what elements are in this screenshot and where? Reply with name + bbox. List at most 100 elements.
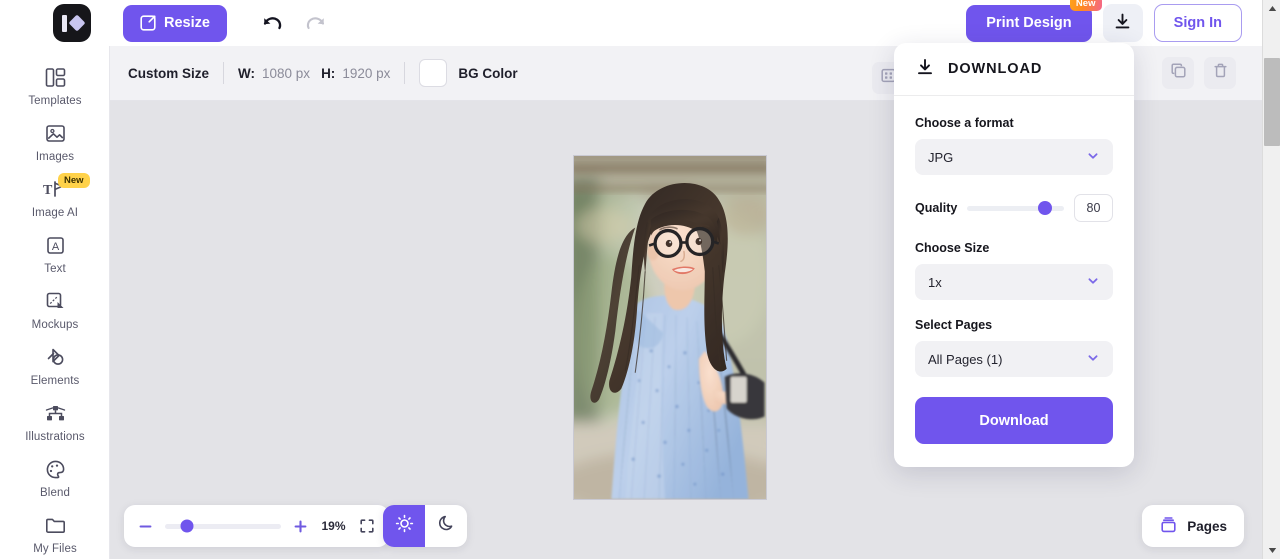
sidebar-item-label: Text [44, 262, 66, 275]
duplicate-button[interactable] [1162, 57, 1194, 89]
svg-text:T: T [43, 183, 53, 198]
sidebar-new-badge: New [58, 173, 90, 189]
print-design-new-badge: New [1069, 0, 1102, 12]
quality-slider[interactable] [967, 201, 1064, 215]
zoom-in-button[interactable] [293, 519, 308, 534]
sidebar-item-label: Illustrations [25, 430, 85, 443]
blend-icon [44, 458, 67, 482]
quality-label: Quality [915, 201, 958, 215]
redo-icon[interactable] [305, 12, 327, 34]
resize-icon [140, 15, 156, 31]
top-bar-actions: Print Design New Sign In [966, 0, 1242, 46]
pages-button[interactable]: Pages [1142, 505, 1244, 547]
svg-text:A: A [51, 241, 59, 253]
zoom-slider[interactable] [165, 519, 281, 533]
pages-value: All Pages (1) [928, 351, 1003, 367]
toolbar-right-actions [1162, 57, 1236, 89]
zoom-control-bar: 19% [124, 505, 389, 547]
sidebar-item-illustrations[interactable]: Illustrations [0, 394, 110, 450]
photo-graphic [574, 156, 766, 499]
fit-to-screen-button[interactable] [359, 518, 375, 534]
logo-diamond [68, 14, 85, 32]
light-mode-button[interactable] [383, 505, 425, 547]
chevron-down-icon [1086, 149, 1100, 166]
duplicate-icon [1170, 62, 1187, 84]
top-bar: Resize Print Design New Sign In [0, 0, 1262, 46]
zoom-level-value: 19% [321, 519, 346, 533]
artboard[interactable] [573, 155, 767, 500]
download-icon [916, 58, 934, 81]
chevron-down-icon [1086, 351, 1100, 368]
quality-control: Quality 80 [915, 194, 1113, 222]
sidebar-item-mockups[interactable]: Mockups [0, 282, 110, 338]
resize-label: Resize [164, 15, 210, 31]
format-value: JPG [928, 149, 954, 165]
zoom-slider-thumb[interactable] [180, 519, 194, 533]
photo-editor-app: Resize Print Design New Sign In Template… [0, 0, 1280, 559]
print-design-label: Print Design [986, 15, 1072, 31]
quality-slider-thumb[interactable] [1037, 201, 1052, 215]
undo-redo-group [261, 12, 327, 34]
undo-icon[interactable] [261, 12, 283, 34]
sidebar-item-label: Blend [40, 486, 70, 499]
width-label: W: [238, 65, 256, 81]
trash-icon [1212, 62, 1229, 84]
chevron-down-icon [1086, 274, 1100, 291]
sidebar-item-label: Image AI [31, 206, 79, 219]
width-field[interactable]: W: 1080 px [238, 66, 310, 81]
download-submit-button[interactable]: Download [915, 397, 1113, 444]
images-icon [44, 122, 67, 146]
sidebar-item-image-ai[interactable]: New T Image AI [0, 170, 110, 226]
width-value: 1080 px [262, 65, 311, 81]
scrollbar-thumb[interactable] [1264, 58, 1280, 146]
scroll-down-arrow[interactable] [1263, 542, 1280, 559]
sidebar-item-my-files[interactable]: My Files [0, 506, 110, 559]
resize-button[interactable]: Resize [123, 4, 227, 42]
pages-stack-icon [1159, 515, 1178, 537]
left-sidebar: Templates Images New T Image AI A Text M… [0, 46, 110, 559]
download-icon [1114, 13, 1131, 33]
select-pages-label: Select Pages [915, 318, 993, 332]
templates-icon [44, 66, 67, 90]
bg-color-swatch[interactable] [419, 59, 448, 87]
sidebar-item-label: Images [35, 150, 75, 163]
download-panel: DOWNLOAD Choose a format JPG Quality 80 … [894, 43, 1134, 467]
sign-in-button[interactable]: Sign In [1153, 4, 1242, 42]
page-scrollbar[interactable] [1262, 0, 1280, 559]
download-panel-header: DOWNLOAD [894, 43, 1134, 96]
sidebar-item-label: Templates [28, 94, 82, 107]
toolbar-divider [223, 62, 225, 84]
logo-bar [61, 14, 67, 32]
pages-select[interactable]: All Pages (1) [915, 341, 1113, 377]
dark-mode-button[interactable] [425, 505, 467, 547]
sidebar-item-label: Mockups [31, 318, 79, 331]
format-select[interactable]: JPG [915, 139, 1113, 175]
sidebar-item-text[interactable]: A Text [0, 226, 110, 282]
height-value: 1920 px [342, 65, 391, 81]
photo-editor-logo[interactable] [53, 4, 91, 42]
moon-icon [437, 514, 456, 538]
sidebar-item-elements[interactable]: Elements [0, 338, 110, 394]
print-design-button[interactable]: Print Design New [966, 0, 1102, 42]
format-label: Choose a format [915, 116, 1014, 130]
custom-size-label[interactable]: Custom Size [128, 66, 209, 81]
mockups-icon [44, 290, 67, 314]
sidebar-item-templates[interactable]: Templates [0, 58, 110, 114]
sidebar-item-blend[interactable]: Blend [0, 450, 110, 506]
height-field[interactable]: H: 1920 px [321, 66, 390, 81]
sidebar-item-images[interactable]: Images [0, 114, 110, 170]
quality-value-input[interactable]: 80 [1074, 194, 1113, 222]
illustrations-icon [44, 402, 67, 426]
zoom-out-button[interactable] [138, 519, 153, 534]
delete-button[interactable] [1204, 57, 1236, 89]
pages-label: Pages [1187, 518, 1227, 534]
download-button[interactable] [1102, 4, 1143, 42]
download-panel-body: Choose a format JPG Quality 80 Choose Si… [894, 96, 1134, 467]
size-select[interactable]: 1x [915, 264, 1113, 300]
scroll-up-arrow[interactable] [1263, 0, 1280, 17]
size-value: 1x [928, 274, 942, 290]
bg-color-label: BG Color [458, 65, 518, 81]
sun-icon [395, 514, 414, 538]
portrait-photo[interactable] [574, 156, 766, 499]
